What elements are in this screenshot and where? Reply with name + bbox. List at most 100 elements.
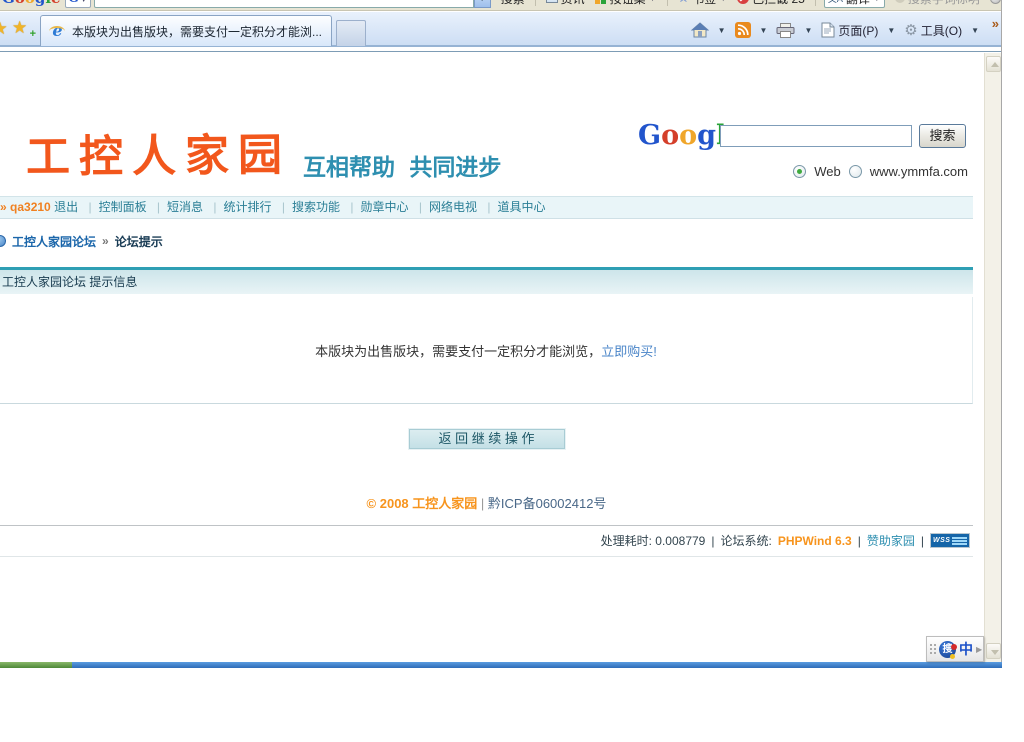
print-dropdown[interactable]: ▼ — [800, 26, 816, 35]
chevron-down-icon: ▼ — [649, 0, 657, 3]
toolbar-popup-blocker[interactable]: 已拦截 25 — [737, 0, 805, 7]
forum-page: 工控人家园 互相帮助 共同进步 Google™ 搜索 Web www.ymmfa… — [0, 52, 973, 663]
toolbar-translate-combo[interactable]: 文A翻译▼ — [824, 0, 885, 8]
arrow-down-icon — [991, 650, 999, 655]
toolbar-separator — [667, 0, 668, 6]
nav-item-control-panel[interactable]: 控制面板 — [99, 200, 147, 214]
nav-item-webtv[interactable]: 网络电视 — [429, 200, 477, 214]
ie-page-icon: e — [49, 23, 66, 40]
copyright: © 2008 工控人家园 — [367, 496, 478, 511]
username-link[interactable]: qa3210 — [10, 200, 51, 214]
ime-language-mode[interactable]: 中 — [959, 639, 973, 659]
toolbar-button-gallery[interactable]: 按钮集▼ — [595, 0, 657, 7]
radio-site[interactable] — [849, 165, 862, 178]
user-nav-bar: » qa3210 退出 |控制面板 |短消息 |统计排行 |搜索功能 |勋章中心… — [0, 196, 973, 219]
site-tagline: 互相帮助 共同进步 — [303, 148, 501, 182]
feeds-dropdown[interactable]: ▼ — [756, 26, 772, 35]
search-scope-options: Web www.ymmfa.com — [793, 164, 968, 179]
process-time: 处理耗时: 0.008779 — [601, 532, 706, 549]
drag-handle-icon[interactable] — [930, 644, 936, 654]
nav-item-search[interactable]: 搜索功能 — [292, 200, 340, 214]
page-menu-button[interactable]: 页面(P) — [816, 18, 883, 42]
system-label: 论坛系统: — [720, 532, 771, 549]
toolbar-settings-button[interactable]: 设置▼ — [990, 0, 1001, 7]
popup-blocked-icon — [737, 0, 749, 4]
toolbar-search-input[interactable] — [94, 0, 474, 8]
toolbar-search-dropdown[interactable]: ▼ — [474, 0, 491, 8]
nav-item-medals[interactable]: 勋章中心 — [361, 200, 409, 214]
tab-bar: ★ ★+ e 本版块为出售版块，需要支付一定积分才能浏... ▼ ▼ ▼ 页面(… — [0, 12, 1001, 47]
favorites-center-button[interactable]: ★ — [0, 19, 12, 41]
google-search-input[interactable] — [720, 125, 912, 147]
star-icon: ★ — [12, 18, 27, 37]
chevron-down-icon: ▼ — [81, 0, 87, 3]
nav-item-messages[interactable]: 短消息 — [167, 200, 203, 214]
radio-web-label: Web — [814, 164, 841, 179]
google-search-button[interactable]: 搜索 — [919, 124, 966, 148]
buy-now-link[interactable]: 立即购买! — [601, 344, 657, 359]
nav-item-props[interactable]: 道具中心 — [497, 200, 545, 214]
phpwind-link[interactable]: PHPWind 6.3 — [778, 534, 852, 548]
printer-icon — [776, 23, 795, 38]
logout-link[interactable]: 退出 — [54, 200, 78, 214]
ime-expand-arrow[interactable]: ▶ — [976, 645, 982, 654]
settings-ball-icon — [990, 0, 1001, 4]
back-continue-button[interactable]: 返 回 继 续 操 作 — [409, 429, 565, 449]
translate-icon: 文A — [828, 0, 843, 5]
breadcrumb-separator: » — [102, 234, 109, 248]
radio-site-label: www.ymmfa.com — [870, 164, 968, 179]
screen: Google G▼ ▼ 搜索 资讯 按钮集▼ ☆书签▼ 已拦截 25 文A翻译▼… — [0, 0, 1024, 742]
page-menu-dropdown[interactable]: ▼ — [883, 26, 899, 35]
wss-badge[interactable]: WSS — [930, 533, 970, 548]
home-button[interactable] — [686, 18, 714, 42]
tools-menu-button[interactable]: ⚙ 工具(O) — [899, 18, 967, 42]
breadcrumb: 工控人家园论坛 » 论坛提示 — [0, 232, 163, 250]
breadcrumb-current: 论坛提示 — [115, 233, 163, 250]
forum-home-icon — [0, 235, 6, 247]
command-bar: ▼ ▼ ▼ 页面(P) ▼ ⚙ 工具(O) ▼ — [686, 17, 983, 43]
nav-item-rankings[interactable]: 统计排行 — [224, 200, 272, 214]
rss-icon — [735, 22, 751, 38]
scroll-down-button[interactable] — [986, 643, 1001, 659]
chevron-down-icon: ▼ — [873, 0, 881, 3]
breadcrumb-forum-link[interactable]: 工控人家园论坛 — [12, 233, 96, 250]
progress-segment — [0, 662, 72, 668]
icp-license: 黔ICP备06002412号 — [488, 496, 607, 511]
toolbar-search-button[interactable]: 搜索 — [501, 0, 525, 7]
google-g-menu-button[interactable]: G▼ — [65, 0, 91, 8]
toolbar-highlight-button: 搜索字词标明 — [895, 0, 980, 7]
notice-title-bar: 工控人家园论坛 提示信息 — [0, 267, 973, 294]
feeds-button[interactable] — [730, 18, 756, 42]
arrow-up-icon — [991, 62, 999, 67]
tools-menu-dropdown[interactable]: ▼ — [967, 26, 983, 35]
news-icon — [546, 0, 558, 3]
vertical-scrollbar[interactable] — [984, 53, 1001, 662]
toolbar-news-button[interactable]: 资讯 — [546, 0, 585, 7]
chevron-down-icon: ▼ — [719, 0, 727, 3]
scroll-up-button[interactable] — [986, 56, 1001, 72]
nav-arrow: » — [0, 200, 7, 214]
print-button[interactable] — [771, 18, 800, 42]
notice-panel: 本版块为出售版块，需要支付一定积分才能浏览，立即购买! — [0, 297, 973, 404]
ime-logo-icon[interactable]: 搜 — [939, 641, 956, 658]
wss-stripes-icon — [952, 537, 967, 545]
star-icon: ★ — [0, 19, 8, 38]
page-footer: © 2008 工控人家园 | 黔ICP备06002412号 — [0, 493, 973, 512]
radio-web[interactable] — [793, 165, 806, 178]
more-commands-chevron[interactable]: » — [992, 16, 999, 31]
notice-message: 本版块为出售版块，需要支付一定积分才能浏览，立即购买! — [0, 341, 972, 360]
google-toolbar: Google G▼ ▼ 搜索 资讯 按钮集▼ ☆书签▼ 已拦截 25 文A翻译▼… — [0, 0, 1001, 11]
browser-window: Google G▼ ▼ 搜索 资讯 按钮集▼ ☆书签▼ 已拦截 25 文A翻译▼… — [0, 0, 1002, 668]
grid-icon — [595, 0, 607, 4]
tab-title: 本版块为出售版块，需要支付一定积分才能浏... — [72, 23, 322, 40]
window-bottom-edge — [0, 662, 1002, 668]
bookmark-star-icon: ☆ — [678, 0, 690, 6]
sponsor-link[interactable]: 赞助家园 — [867, 532, 915, 549]
add-favorite-button[interactable]: ★+ — [12, 18, 36, 42]
site-logo: 工控人家园 — [26, 119, 292, 185]
toolbar-bookmarks-button[interactable]: ☆书签▼ — [678, 0, 728, 7]
home-dropdown[interactable]: ▼ — [714, 26, 730, 35]
active-tab[interactable]: e 本版块为出售版块，需要支付一定积分才能浏... — [40, 15, 332, 46]
new-tab-button[interactable] — [336, 20, 366, 46]
ime-language-bar[interactable]: 搜 中 ▶ — [926, 636, 984, 662]
